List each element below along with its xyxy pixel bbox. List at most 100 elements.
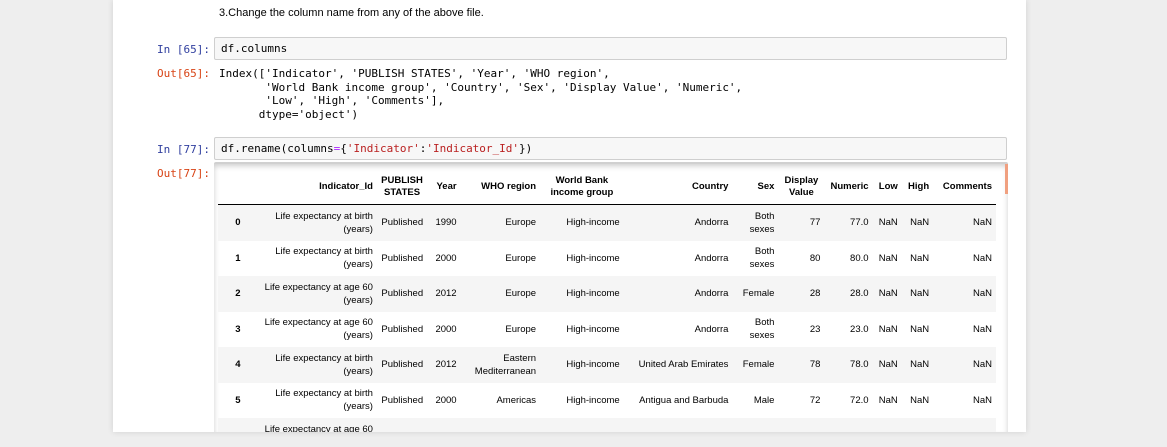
table-row: 0 Life expectancy at birth (years) Publi… <box>218 204 996 241</box>
table-cell: NaN <box>910 217 930 229</box>
table-cell: 2012 <box>435 359 457 371</box>
table-cell: United Arab Emirates <box>638 359 729 371</box>
out-prompt-77: Out[77]: <box>157 167 210 180</box>
table-cell: High-income <box>566 394 620 406</box>
table-cell: Americas <box>496 394 537 406</box>
table-cell: Life expectancy at birth (years) <box>275 210 373 235</box>
table-cell: Published <box>381 217 424 229</box>
column-header: WHO region <box>460 170 541 205</box>
table-cell: NaN <box>878 217 898 229</box>
table-row: 3 Life expectancy at age 60 (years) Publ… <box>218 312 996 348</box>
column-header: Display Value <box>778 170 825 205</box>
table-cell: Europe <box>505 252 537 264</box>
table-cell: NaN <box>972 217 992 229</box>
table-cell: Europe <box>505 323 537 335</box>
table-row: 2 Life expectancy at age 60 (years) Publ… <box>218 276 996 312</box>
table-cell: Antigua and Barbuda <box>639 394 729 406</box>
table-cell: Both sexes <box>749 317 775 342</box>
table-cell: 2000 <box>435 394 457 406</box>
table-cell: Andorra <box>694 252 729 264</box>
table-row: 1 Life expectancy at birth (years) Publi… <box>218 241 996 277</box>
markdown-text: 3.Change the column name from any of the… <box>219 7 484 19</box>
table-cell: 80 <box>809 252 821 264</box>
table-cell: NaN <box>972 394 992 406</box>
table-cell: Female <box>742 288 775 300</box>
table-cell: Andorra <box>694 217 729 229</box>
table-cell: Europe <box>505 288 537 300</box>
table-cell: 2012 <box>435 288 457 300</box>
row-index: 3 <box>235 323 241 335</box>
table-cell: Both sexes <box>749 210 775 235</box>
table-cell: NaN <box>972 359 992 371</box>
table-cell: Published <box>381 359 424 371</box>
column-header: Low <box>872 170 902 205</box>
row-index: 1 <box>235 252 241 264</box>
code-suffix: }) <box>519 142 533 155</box>
code-input-65[interactable]: df.columns <box>214 37 1007 60</box>
table-cell: Life expectancy at age 60 <box>264 424 373 432</box>
code-text-65: df.columns <box>221 42 288 55</box>
column-header: Numeric <box>824 170 873 205</box>
table-cell: NaN <box>972 288 992 300</box>
table-cell: Published <box>381 252 424 264</box>
table-cell: NaN <box>878 394 898 406</box>
table-cell: NaN <box>910 394 930 406</box>
table-cell: NaN <box>972 252 992 264</box>
code-prefix: df.rename(columns <box>221 142 334 155</box>
notebook-container: 3.Change the column name from any of the… <box>113 0 1026 432</box>
table-cell: High-income <box>566 359 620 371</box>
row-index: 0 <box>235 217 241 229</box>
code-text-77: df.rename(columns={'Indicator':'Indicato… <box>221 142 532 155</box>
table-row: 4 Life expectancy at birth (years) Publi… <box>218 347 996 383</box>
table-cell: NaN <box>910 252 930 264</box>
table-cell: Female <box>742 359 775 371</box>
table-cell: Life expectancy at age 60 (years) <box>264 281 373 306</box>
column-header: High <box>901 170 934 205</box>
table-cell: 28.0 <box>850 288 869 300</box>
table-cell: NaN <box>910 288 930 300</box>
table-cell: Andorra <box>694 288 729 300</box>
table-cell: 77.0 <box>850 217 869 229</box>
code-input-77[interactable]: df.rename(columns={'Indicator':'Indicato… <box>214 137 1007 160</box>
table-cell: High-income <box>566 323 620 335</box>
table-cell: 78.0 <box>850 359 869 371</box>
code-key: 'Indicator' <box>346 142 420 155</box>
table-cell: Life expectancy at birth (years) <box>275 352 373 377</box>
table-cell: NaN <box>910 359 930 371</box>
table-cell: Andorra <box>694 323 729 335</box>
column-header: Year <box>427 170 461 205</box>
table-cell: Life expectancy at birth (years) <box>275 388 373 413</box>
table-cell: High-income <box>566 252 620 264</box>
table-cell: Published <box>381 394 424 406</box>
table-cell: Life expectancy at birth (years) <box>275 246 373 271</box>
table-cell: NaN <box>878 323 898 335</box>
dataframe-table: Indicator_Id PUBLISH STATES Year WHO reg… <box>218 170 996 432</box>
table-cell: NaN <box>972 323 992 335</box>
column-header <box>218 170 258 205</box>
column-header: Indicator_Id <box>257 170 377 205</box>
table-header-row: Indicator_Id PUBLISH STATES Year WHO reg… <box>218 170 996 205</box>
code-val: 'Indicator_Id' <box>426 142 520 155</box>
column-header: PUBLISH STATES <box>376 170 428 205</box>
scrollbar-thumb[interactable] <box>1005 164 1008 194</box>
row-index: 2 <box>235 288 241 300</box>
table-cell: 2000 <box>435 252 457 264</box>
table-cell: 72.0 <box>850 394 869 406</box>
table-row-partial: Life expectancy at age 60 <box>218 418 996 432</box>
table-cell: NaN <box>878 288 898 300</box>
out-prompt-65: Out[65]: <box>157 67 210 80</box>
table-cell: NaN <box>910 323 930 335</box>
table-cell: Published <box>381 288 424 300</box>
table-cell: 78 <box>809 359 821 371</box>
table-cell: High-income <box>566 217 620 229</box>
output-text-65: Index(['Indicator', 'PUBLISH STATES', 'Y… <box>219 67 743 121</box>
table-cell: Both sexes <box>749 246 775 271</box>
table-cell: High-income <box>566 288 620 300</box>
dataframe-output-scroll[interactable]: Indicator_Id PUBLISH STATES Year WHO reg… <box>214 162 1008 432</box>
table-cell: 28 <box>809 288 821 300</box>
column-header: World Bank income group <box>540 170 624 205</box>
table-row: 5 Life expectancy at birth (years) Publi… <box>218 383 996 419</box>
column-header: Country <box>623 170 733 205</box>
table-cell: Published <box>381 323 424 335</box>
in-prompt-77: In [77]: <box>157 143 210 156</box>
